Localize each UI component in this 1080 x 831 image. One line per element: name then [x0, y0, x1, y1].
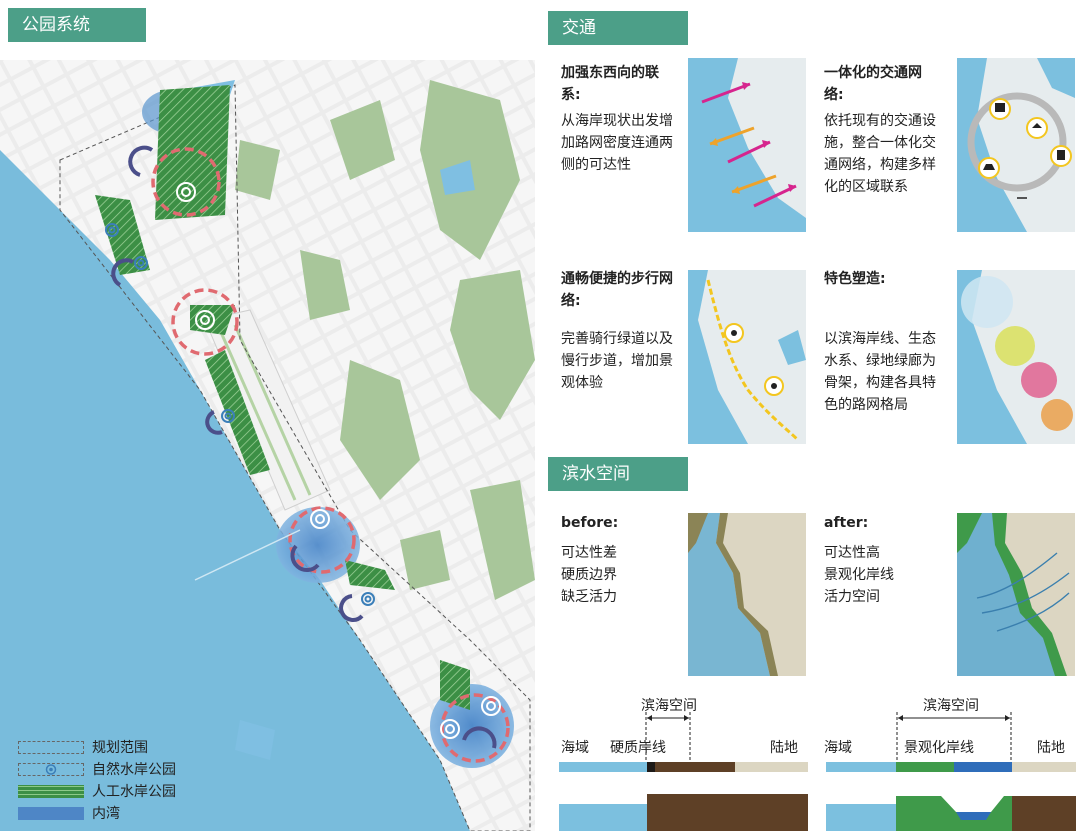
legend-label: 人工水岸公园: [92, 784, 176, 800]
section-before-land: 陆地: [770, 740, 798, 756]
traffic-badge: 交通: [548, 11, 688, 45]
before-line: 硬质边界: [561, 567, 617, 583]
integrated-network-thumb: [957, 58, 1075, 232]
dashed-boundary-icon: [18, 740, 84, 754]
before-title: before:: [561, 515, 619, 531]
section-after-graphic: [826, 762, 1076, 831]
panel-body: 以滨海岸线、生态水系、绿地绿廊为骨架，构建各具特色的路网格局: [824, 331, 936, 413]
park-system-title: 公园系统: [22, 15, 90, 35]
before-coast-thumb: [688, 513, 806, 676]
park-system-map: [0, 60, 535, 831]
section-after-land: 陆地: [1037, 740, 1065, 756]
legend-item-bay: 内湾: [18, 802, 176, 824]
legend-item-boundary: 规划范围: [18, 736, 176, 758]
legend-label: 内湾: [92, 806, 120, 822]
after-line: 景观化岸线: [824, 567, 894, 583]
section-before-shore: 硬质岸线: [610, 740, 666, 756]
park-system-badge: 公园系统: [8, 8, 146, 42]
legend-item-artificial: 人工水岸公园: [18, 780, 176, 802]
section-after-sea: 海域: [824, 740, 852, 756]
section-before-sea: 海域: [561, 740, 589, 756]
feature-shaping-thumb: [957, 270, 1075, 444]
blue-fill-icon: [18, 806, 84, 820]
panel-title: 特色塑造:: [824, 271, 886, 287]
waterfront-title: 滨水空间: [562, 464, 630, 484]
legend-item-natural: 自然水岸公园: [18, 758, 176, 780]
after-coast-thumb: [957, 513, 1075, 676]
panel-body: 完善骑行绿道以及慢行步道，增加景观体验: [561, 331, 673, 391]
panel-body: 从海岸现状出发增加路网密度连通两侧的可达性: [561, 113, 673, 173]
panel-title: 通畅便捷的步行网络:: [561, 271, 673, 309]
concentric-circle-icon: [18, 762, 84, 776]
map-legend: 规划范围 自然水岸公园 人工水岸公园 内湾: [18, 736, 176, 824]
hatched-green-icon: [18, 784, 84, 798]
panel-title: 加强东西向的联系:: [561, 65, 659, 103]
after-line: 活力空间: [824, 589, 880, 605]
section-before-graphic: [559, 762, 808, 831]
traffic-title: 交通: [562, 18, 596, 38]
waterfront-badge: 滨水空间: [548, 457, 688, 491]
section-after-shore: 景观化岸线: [904, 740, 974, 756]
pedestrian-network-thumb: [688, 270, 806, 444]
after-line: 可达性高: [824, 545, 880, 561]
east-west-link-thumb: [688, 58, 806, 232]
after-title: after:: [824, 515, 869, 531]
legend-label: 规划范围: [92, 740, 148, 756]
panel-title: 一体化的交通网络:: [824, 65, 922, 103]
panel-body: 依托现有的交通设施，整合一体化交通网络，构建多样化的区域联系: [824, 113, 936, 195]
before-line: 可达性差: [561, 545, 617, 561]
before-line: 缺乏活力: [561, 589, 617, 605]
legend-label: 自然水岸公园: [92, 762, 176, 778]
